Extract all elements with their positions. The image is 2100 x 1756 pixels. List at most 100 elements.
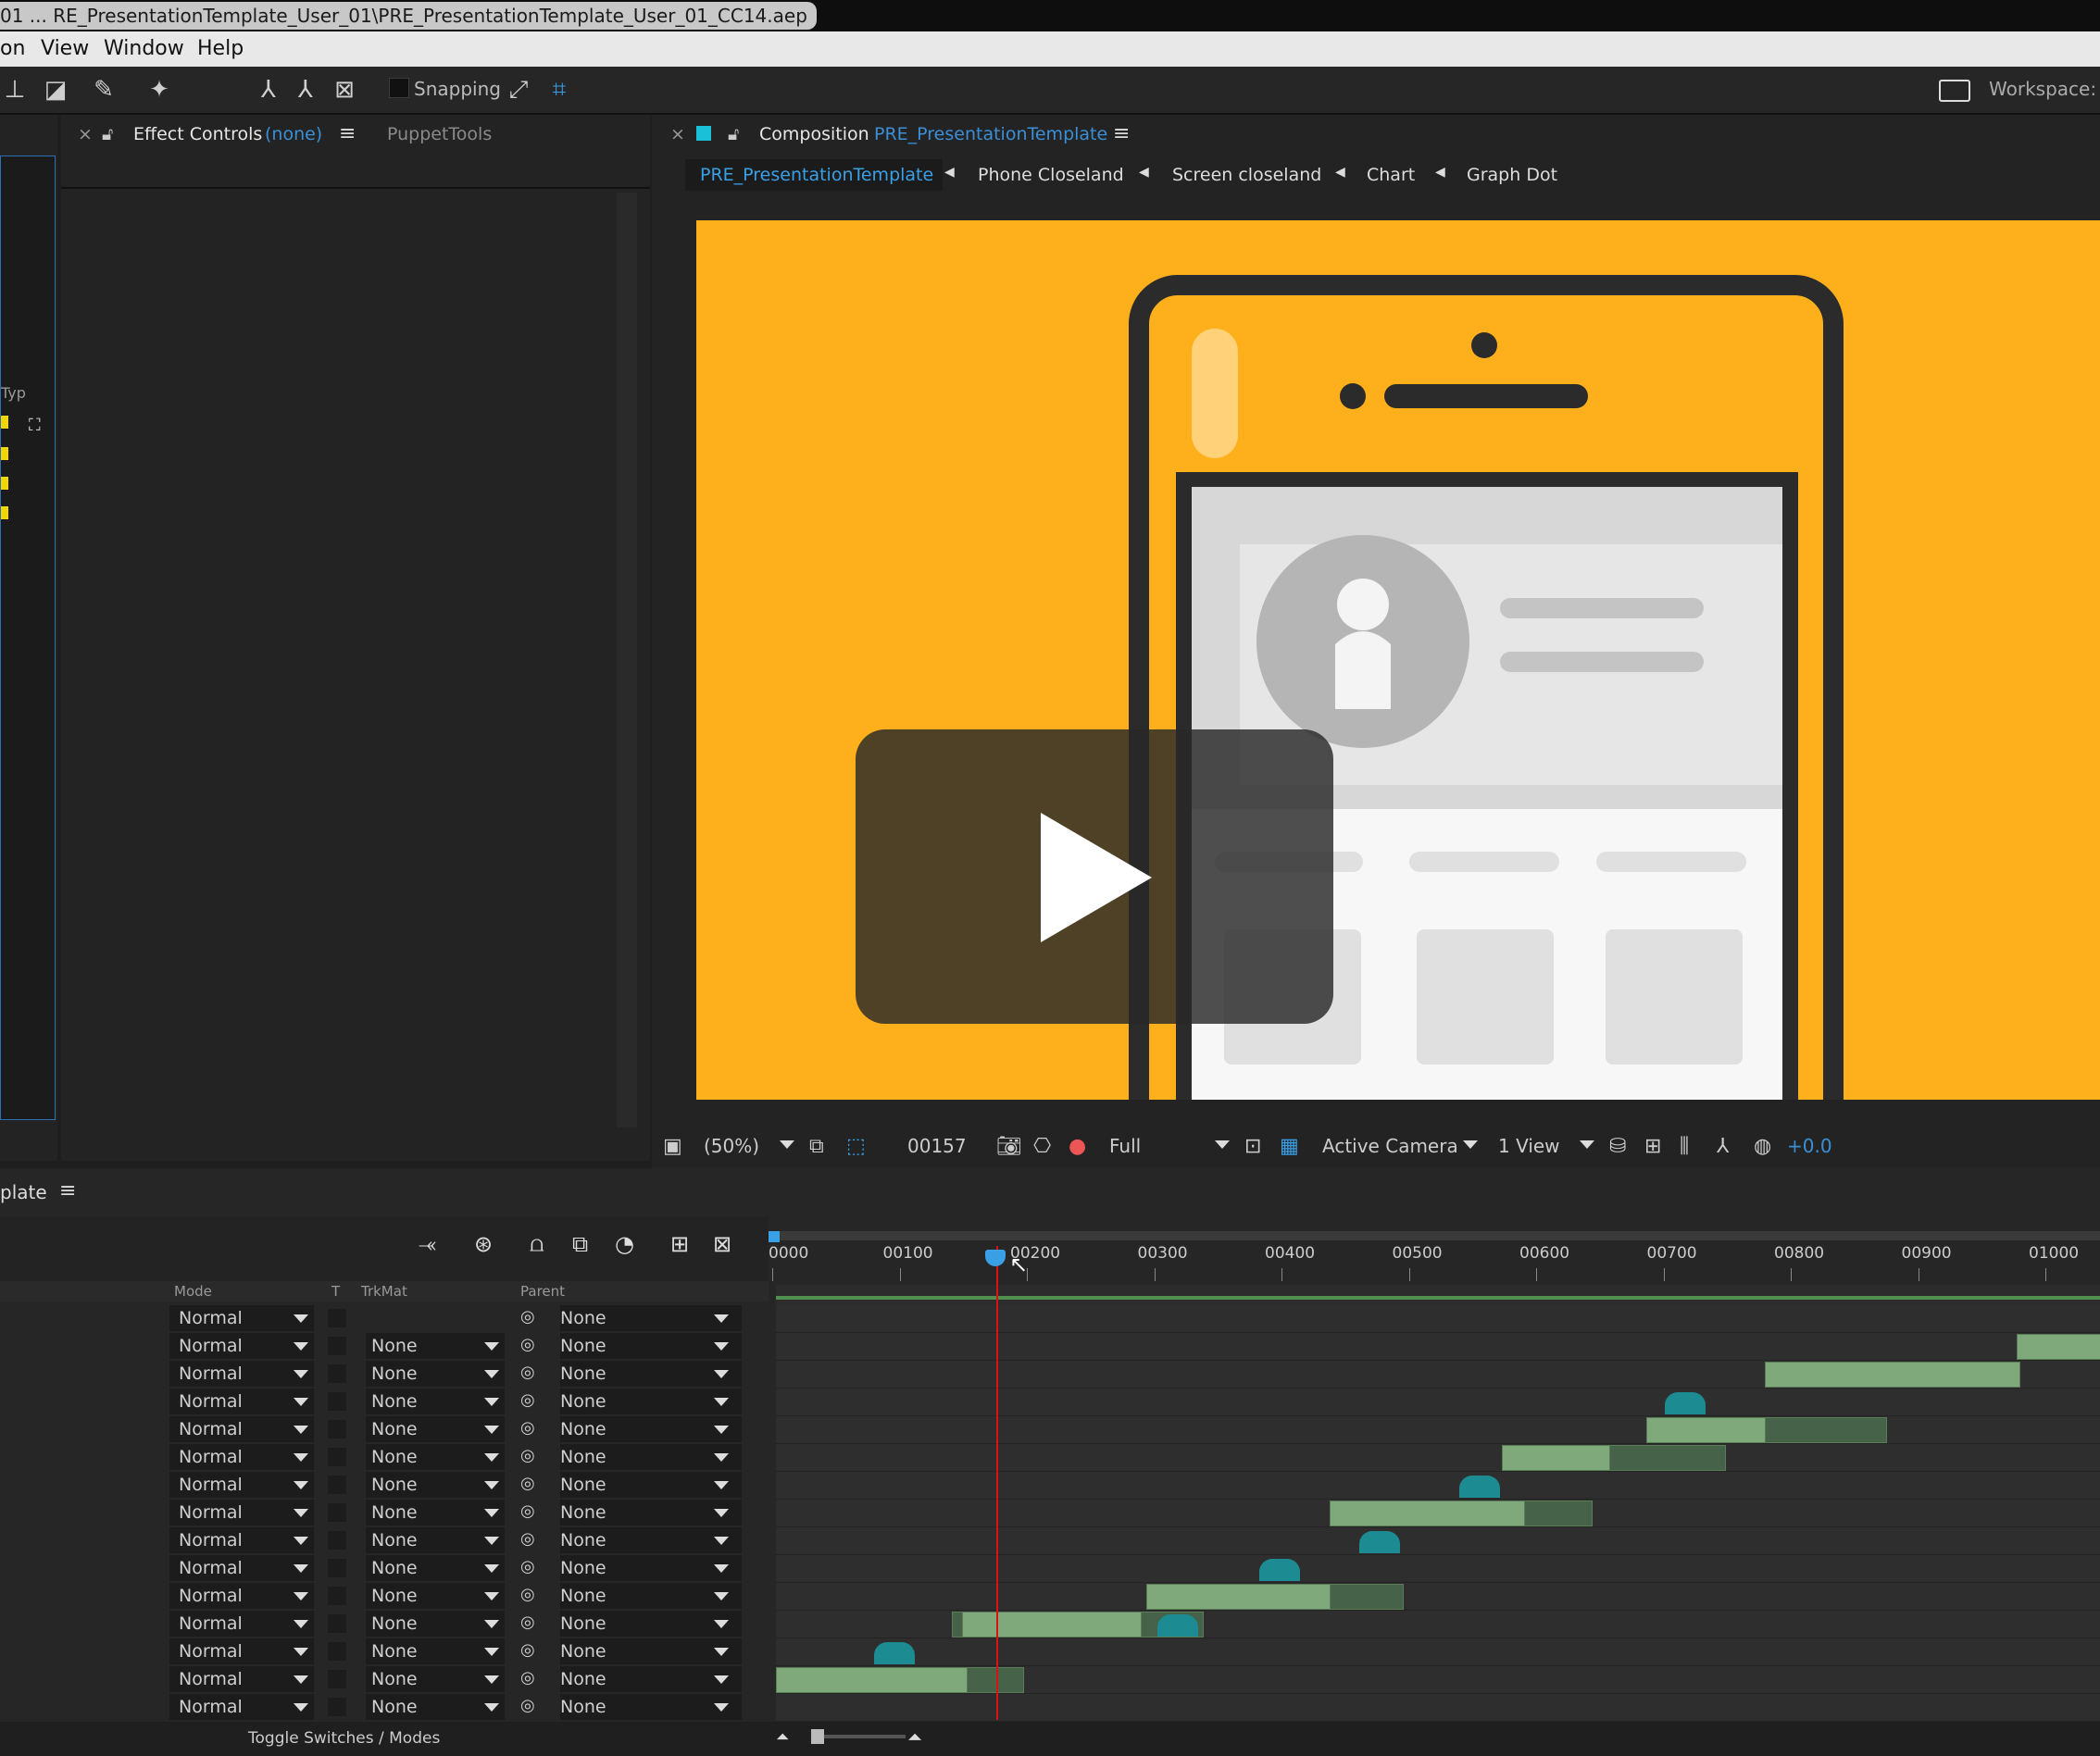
exposure-value[interactable]: +0.0 bbox=[1787, 1135, 1832, 1157]
zoom-out-icon[interactable]: ⏶ bbox=[776, 1727, 789, 1747]
breadcrumb-item-screen[interactable]: Screen closeland bbox=[1172, 165, 1321, 185]
preserve-transparency-checkbox[interactable] bbox=[328, 1503, 346, 1522]
tab-puppet-tools[interactable]: PuppetTools bbox=[387, 124, 492, 144]
graph-editor-icon[interactable]: ⊞ bbox=[670, 1231, 689, 1257]
chevron-down-icon[interactable] bbox=[294, 1620, 308, 1628]
parent-select[interactable]: None bbox=[560, 1638, 742, 1664]
hamburger-icon[interactable]: ≡ bbox=[1113, 122, 1130, 145]
table-row[interactable]: Normal None ◎ None bbox=[0, 1666, 769, 1694]
show-snapshot-icon[interactable]: ⎔ bbox=[1033, 1135, 1051, 1158]
timeline-tab[interactable]: plate ≡ bbox=[0, 1168, 93, 1213]
chevron-down-icon[interactable] bbox=[1463, 1140, 1478, 1149]
breadcrumb-item-phone[interactable]: Phone Closeland bbox=[978, 165, 1124, 185]
close-icon[interactable]: × bbox=[78, 124, 93, 144]
flowchart-icon[interactable]: ⅄ bbox=[1717, 1135, 1729, 1158]
mode-select[interactable]: Normal bbox=[169, 1527, 314, 1553]
track-row[interactable] bbox=[776, 1555, 2100, 1583]
snap-features-icon[interactable]: ⌗ bbox=[544, 76, 574, 104]
chevron-down-icon[interactable] bbox=[294, 1398, 308, 1406]
preserve-transparency-checkbox[interactable] bbox=[328, 1476, 346, 1494]
chevron-down-icon[interactable] bbox=[714, 1481, 729, 1489]
work-area-bar[interactable] bbox=[774, 1231, 2100, 1240]
track-row[interactable] bbox=[776, 1472, 2100, 1500]
table-row[interactable]: Normal None ◎ None bbox=[0, 1694, 769, 1722]
preserve-transparency-checkbox[interactable] bbox=[328, 1642, 346, 1661]
effect-controls-title[interactable]: Effect Controls bbox=[133, 124, 262, 144]
draft-3d-icon[interactable]: ⊛ bbox=[474, 1231, 493, 1257]
toggle-switches-modes-button[interactable]: Toggle Switches / Modes bbox=[248, 1729, 440, 1748]
parent-select[interactable]: None bbox=[560, 1361, 742, 1387]
layer-duration-bar[interactable] bbox=[1330, 1584, 1404, 1610]
chevron-down-icon[interactable] bbox=[484, 1537, 499, 1545]
view-layout-select[interactable]: 1 View bbox=[1498, 1135, 1560, 1157]
mode-select[interactable]: Normal bbox=[169, 1416, 314, 1442]
pick-whip-icon[interactable]: ◎ bbox=[520, 1668, 535, 1688]
close-icon[interactable]: × bbox=[670, 124, 685, 144]
chevron-down-icon[interactable] bbox=[294, 1592, 308, 1600]
trkmat-select[interactable]: None bbox=[366, 1361, 505, 1387]
mode-select[interactable]: Normal bbox=[169, 1638, 314, 1664]
pick-whip-icon[interactable]: ◎ bbox=[520, 1335, 535, 1354]
chevron-down-icon[interactable] bbox=[714, 1648, 729, 1656]
chevron-down-icon[interactable] bbox=[714, 1370, 729, 1378]
keyframe-marker[interactable] bbox=[1259, 1559, 1300, 1581]
chevron-down-icon[interactable] bbox=[294, 1342, 308, 1351]
stamp-tool-icon[interactable]: ⊥ bbox=[0, 76, 30, 104]
chevron-down-icon[interactable] bbox=[714, 1592, 729, 1600]
trkmat-select[interactable]: None bbox=[366, 1333, 505, 1359]
table-row[interactable]: Normal None ◎ None bbox=[0, 1472, 769, 1500]
mode-select[interactable]: Normal bbox=[169, 1305, 314, 1331]
table-row[interactable]: Normal None ◎ None bbox=[0, 1500, 769, 1527]
trkmat-select[interactable]: None bbox=[366, 1666, 505, 1692]
chevron-down-icon[interactable] bbox=[714, 1675, 729, 1684]
table-row[interactable]: Normal None ◎ None bbox=[0, 1416, 769, 1444]
pick-whip-icon[interactable]: ◎ bbox=[520, 1557, 535, 1576]
trkmat-select[interactable]: None bbox=[366, 1416, 505, 1442]
preserve-transparency-checkbox[interactable] bbox=[328, 1364, 346, 1383]
chevron-down-icon[interactable] bbox=[294, 1481, 308, 1489]
parent-select[interactable]: None bbox=[560, 1444, 742, 1470]
shy-layers-icon[interactable]: ⩍ bbox=[530, 1231, 544, 1257]
parent-select[interactable]: None bbox=[560, 1472, 742, 1498]
layer-duration-bar[interactable] bbox=[952, 1612, 963, 1638]
layer-duration-bar[interactable] bbox=[1524, 1501, 1593, 1526]
pick-whip-icon[interactable]: ◎ bbox=[520, 1390, 535, 1410]
track-row[interactable] bbox=[776, 1416, 2100, 1444]
toggle-pixel-icon[interactable]: ⛁ bbox=[1609, 1135, 1626, 1158]
zoom-slider[interactable] bbox=[813, 1735, 906, 1738]
track-row[interactable] bbox=[776, 1694, 2100, 1722]
breadcrumb-item-graph-dot[interactable]: Graph Dot bbox=[1467, 165, 1557, 185]
preserve-transparency-checkbox[interactable] bbox=[328, 1531, 346, 1550]
track-row[interactable] bbox=[776, 1305, 2100, 1333]
mode-select[interactable]: Normal bbox=[169, 1500, 314, 1526]
menu-item-view[interactable]: View bbox=[41, 37, 89, 60]
preserve-transparency-checkbox[interactable] bbox=[328, 1420, 346, 1438]
table-row[interactable]: Normal None ◎ None bbox=[0, 1583, 769, 1611]
breadcrumb-item-chart[interactable]: Chart bbox=[1367, 165, 1415, 185]
pick-whip-icon[interactable]: ◎ bbox=[520, 1529, 535, 1549]
motion-blur-icon[interactable]: ◔ bbox=[615, 1231, 634, 1257]
table-row[interactable]: Normal None ◎ None bbox=[0, 1527, 769, 1555]
preserve-transparency-checkbox[interactable] bbox=[328, 1559, 346, 1577]
safe-margins-icon[interactable]: ⬚ bbox=[846, 1135, 866, 1158]
snap-edges-icon[interactable]: ⤢ bbox=[504, 76, 533, 104]
zoom-select[interactable]: (50%) bbox=[704, 1135, 759, 1157]
trkmat-select[interactable]: None bbox=[366, 1611, 505, 1637]
chevron-down-icon[interactable] bbox=[484, 1398, 499, 1406]
pick-whip-icon[interactable]: ◎ bbox=[520, 1418, 535, 1438]
play-button[interactable] bbox=[856, 729, 1333, 1024]
parent-select[interactable]: None bbox=[560, 1333, 742, 1359]
keyframe-marker[interactable] bbox=[1157, 1614, 1198, 1637]
chevron-down-icon[interactable] bbox=[484, 1509, 499, 1517]
axis-local-icon[interactable]: ⅄ bbox=[254, 76, 283, 104]
trkmat-select[interactable]: None bbox=[366, 1444, 505, 1470]
pick-whip-icon[interactable]: ◎ bbox=[520, 1585, 535, 1604]
fit-icon[interactable]: ⧉ bbox=[809, 1135, 824, 1158]
layer-duration-bar[interactable] bbox=[957, 1612, 1143, 1638]
trkmat-select[interactable]: None bbox=[366, 1472, 505, 1498]
frame-blending-icon[interactable]: ⧉ bbox=[572, 1231, 588, 1257]
pick-whip-icon[interactable]: ◎ bbox=[520, 1307, 535, 1326]
mode-select[interactable]: Normal bbox=[169, 1694, 314, 1720]
table-row[interactable]: Normal None ◎ None bbox=[0, 1389, 769, 1416]
parent-select[interactable]: None bbox=[560, 1305, 742, 1331]
